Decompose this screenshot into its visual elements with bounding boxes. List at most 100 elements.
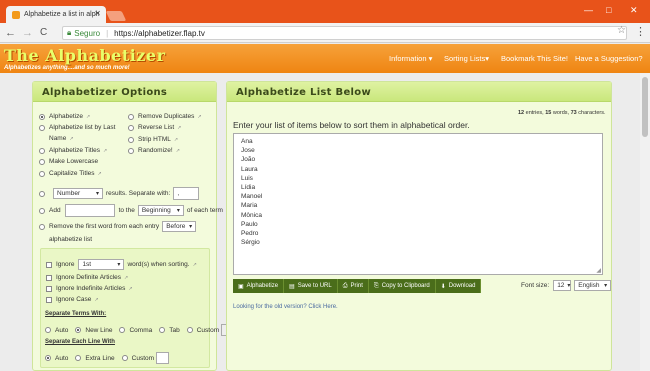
option-label: Capitalize Titles <box>49 170 95 177</box>
external-link-icon: ↗ <box>85 113 91 120</box>
radio-icon[interactable] <box>39 207 45 214</box>
nav-sorting-lists[interactable]: Sorting Lists▾ <box>444 54 489 63</box>
radio-icon[interactable] <box>39 170 45 177</box>
browser-tab[interactable]: Alphabetize a list in alph ✕ <box>6 6 106 23</box>
radio-icon[interactable] <box>128 124 134 131</box>
download-button[interactable]: ⬇ Download <box>435 279 482 293</box>
resize-handle-icon[interactable]: ◢ <box>596 267 601 274</box>
option-strip-html[interactable]: Strip HTML ↗ <box>128 136 178 143</box>
before-select[interactable]: Before <box>162 221 197 232</box>
radio-icon[interactable] <box>45 355 51 361</box>
tab-close-icon[interactable]: ✕ <box>94 9 101 18</box>
radio-icon[interactable] <box>128 136 134 143</box>
option-label: alphabetize list <box>49 236 92 243</box>
option-label: Alphabetize Titles <box>49 147 100 154</box>
ignore-definite[interactable]: Ignore Definite Articles ↗ <box>46 274 128 281</box>
list-line: Ana <box>241 138 253 145</box>
old-version-link[interactable]: Looking for the old version? Click Here. <box>233 304 338 310</box>
checkbox-icon[interactable] <box>46 261 52 268</box>
list-stats: 12 entries, 15 words, 73 characters. <box>518 110 606 116</box>
site-tagline: Alphabetizes anything....and so much mor… <box>4 65 130 71</box>
copy-clipboard-button[interactable]: ⎘ Copy to Clipboard <box>368 279 436 293</box>
radio-icon[interactable] <box>75 355 82 361</box>
list-line: Manoel <box>241 193 263 201</box>
url-text: https://alphabetizer.flap.tv <box>114 28 205 38</box>
number-select[interactable]: Number <box>53 188 103 199</box>
list-line: Paulo <box>241 220 258 228</box>
results-label: results. Separate with: <box>106 190 171 197</box>
external-link-icon: ↗ <box>177 124 182 131</box>
list-textarea[interactable]: Ana Jose João Laura Luis Lídia Manoel Ma… <box>233 133 603 275</box>
line-custom-input[interactable] <box>156 352 170 364</box>
option-reverse[interactable]: Reverse List ↗ <box>128 124 181 131</box>
stats-entries-label: entries, <box>525 110 544 116</box>
radio-icon[interactable] <box>186 327 193 333</box>
checkbox-icon[interactable] <box>46 274 52 281</box>
option-randomize[interactable]: Randomize! ↗ <box>128 147 180 154</box>
radio-icon[interactable] <box>128 147 134 154</box>
option-label: Strip HTML <box>138 136 171 143</box>
checkbox-icon[interactable] <box>46 296 52 303</box>
site-navbar: The Alphabetizer Alphabetizes anything..… <box>0 44 650 73</box>
radio-icon[interactable] <box>39 190 45 197</box>
add-text-input[interactable] <box>64 204 115 217</box>
radio-icon[interactable] <box>39 147 45 154</box>
ignore-indefinite[interactable]: Ignore Indefinite Articles ↗ <box>46 285 133 292</box>
radio-icon[interactable] <box>39 113 45 120</box>
radio-icon[interactable] <box>119 327 126 333</box>
radio-icon[interactable] <box>75 327 82 333</box>
reload-icon[interactable]: C <box>40 26 47 40</box>
external-link-icon: ↗ <box>175 147 180 154</box>
address-bar[interactable]: 🔒︎ Seguro | https://alphabetizer.flap.tv <box>62 26 627 40</box>
nav-bookmark[interactable]: Bookmark This Site! <box>501 54 568 63</box>
line-extra-label: Extra Line <box>85 354 115 362</box>
font-size-select[interactable]: 12 <box>553 280 572 291</box>
external-link-icon: ↗ <box>197 113 202 120</box>
option-titles[interactable]: Alphabetize Titles ↗ <box>39 147 107 154</box>
option-alphabetize[interactable]: Alphabetize ↗ <box>39 113 90 120</box>
option-lowercase[interactable]: Make Lowercase <box>39 158 98 165</box>
nav-information[interactable]: Information ▾ <box>389 54 432 63</box>
button-label: Alphabetize <box>246 283 279 289</box>
scrollbar-thumb[interactable] <box>642 77 648 137</box>
list-line: João <box>241 156 256 164</box>
new-tab-button[interactable] <box>105 11 127 21</box>
page-scrollbar[interactable] <box>640 73 650 371</box>
browser-titlebar: Alphabetize a list in alph ✕ — □ ✕ <box>0 0 650 23</box>
nav-suggestion[interactable]: Have a Suggestion? <box>575 54 643 63</box>
external-link-icon: ↗ <box>69 135 74 142</box>
radio-icon[interactable] <box>39 158 45 165</box>
maximize-icon[interactable]: □ <box>606 5 611 15</box>
alphabetize-list-label: alphabetize list <box>49 236 92 243</box>
alphabetize-button[interactable]: ▣ Alphabetize <box>233 279 285 293</box>
forward-icon[interactable]: → <box>22 26 33 40</box>
separate-lines-row: Auto Extra Line Custom <box>45 352 170 364</box>
word-select[interactable]: 1st <box>78 259 125 270</box>
separator-input[interactable]: , <box>173 187 200 200</box>
option-last-name[interactable]: Alphabetize list by Last <box>39 124 115 131</box>
save-url-button[interactable]: ▤ Save to URL <box>284 279 338 293</box>
browser-menu-icon[interactable]: ⋮ <box>635 25 646 38</box>
list-line: Laura <box>241 165 258 173</box>
position-select[interactable]: Beginning <box>137 205 184 216</box>
option-capitalize[interactable]: Capitalize Titles ↗ <box>39 170 102 177</box>
radio-icon[interactable] <box>128 113 134 120</box>
window-close-icon[interactable]: ✕ <box>630 5 638 16</box>
language-select[interactable]: English <box>574 280 612 291</box>
list-line: Lídia <box>241 184 256 191</box>
site-logo[interactable]: The Alphabetizer <box>4 46 166 65</box>
radio-icon[interactable] <box>121 355 128 361</box>
external-link-icon: ↗ <box>94 296 99 303</box>
radio-icon[interactable] <box>159 327 166 333</box>
option-label: Make Lowercase <box>49 158 99 165</box>
back-icon[interactable]: ← <box>5 26 16 40</box>
radio-icon[interactable] <box>45 327 51 333</box>
ignore-case[interactable]: Ignore Case ↗ <box>46 296 99 303</box>
minimize-icon[interactable]: — <box>584 5 593 15</box>
radio-icon[interactable] <box>39 124 45 131</box>
checkbox-icon[interactable] <box>46 285 52 292</box>
print-button[interactable]: ⎙ Print <box>337 279 369 293</box>
option-remove-duplicates[interactable]: Remove Duplicates ↗ <box>128 113 202 120</box>
bookmark-star-icon[interactable]: ☆ <box>617 25 626 36</box>
radio-icon[interactable] <box>39 223 45 230</box>
